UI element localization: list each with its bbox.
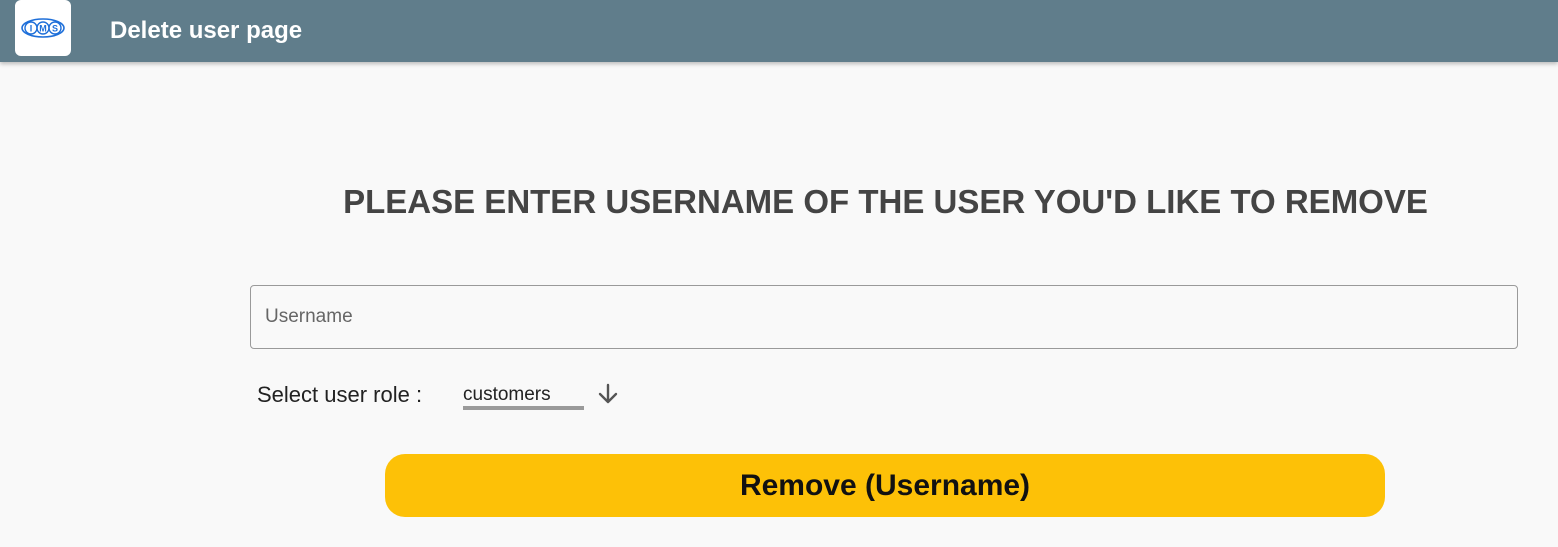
remove-user-button[interactable]: Remove (Username) — [385, 454, 1385, 517]
role-label: Select user role : — [257, 382, 423, 407]
app-logo: I M S — [15, 0, 71, 56]
logo-letter-s: S — [52, 24, 58, 34]
page-title: Delete user page — [110, 17, 303, 44]
ims-logo-icon: I M S — [21, 18, 65, 38]
logo-letter-m: M — [39, 24, 47, 34]
role-dropdown[interactable]: customers — [463, 380, 623, 414]
username-input[interactable] — [265, 286, 1495, 347]
logo-letter-i: I — [30, 24, 33, 34]
app-bar: I M S Delete user page — [0, 0, 1558, 62]
arrow-down-icon[interactable] — [596, 382, 620, 406]
username-field[interactable] — [250, 285, 1518, 349]
role-selected-value: customers — [463, 384, 551, 405]
dropdown-underline — [463, 406, 584, 410]
instruction-heading: PLEASE ENTER USERNAME OF THE USER YOU'D … — [343, 183, 1428, 220]
